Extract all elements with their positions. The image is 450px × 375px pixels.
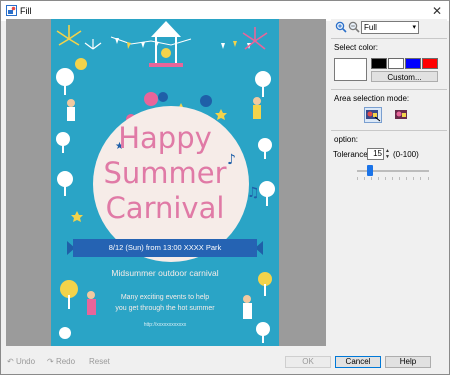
tolerance-range: (0-100)	[393, 150, 419, 159]
divider	[331, 130, 447, 131]
poster-image[interactable]: ♪ ♫ ★ Happy Summer Carnival 8/12 (Sun) f…	[51, 19, 279, 346]
cancel-button[interactable]: Cancel	[335, 356, 381, 368]
window-title: Fill	[20, 6, 32, 16]
poster-title-line3: Carnival	[105, 191, 225, 225]
zoom-select-value: Full	[364, 23, 377, 32]
swatch-white[interactable]	[388, 58, 404, 69]
current-color-preview	[334, 58, 367, 81]
spin-down-icon[interactable]: ▼	[384, 154, 391, 160]
area-mode-button-2[interactable]	[393, 107, 411, 123]
close-button[interactable]: ✕	[429, 3, 445, 19]
title-bar: Fill ✕	[1, 1, 449, 21]
poster-body-line2: you get through the hot summer	[115, 305, 215, 312]
poster-date-banner: 8/12 (Sun) from 13:00 XXXX Park	[108, 243, 222, 252]
tolerance-spinner[interactable]: ▲ ▼	[384, 148, 391, 160]
reset-button[interactable]: Reset	[89, 357, 110, 366]
tolerance-input[interactable]: 15	[367, 148, 384, 160]
tolerance-label: Tolerance:	[333, 150, 370, 159]
fill-dialog: Fill ✕ ♪ ♫ ★ Happy Summer Carnival 8/12 …	[0, 0, 450, 375]
poster-title-line2: Summer	[103, 156, 227, 190]
area-select-mode-1-icon	[366, 110, 381, 122]
zoom-select[interactable]: Full ▾	[361, 21, 419, 34]
area-selection-heading: Area selection mode:	[334, 94, 410, 103]
undo-button[interactable]: ↶ Undo	[7, 357, 35, 366]
poster-subtitle: Midsummer outdoor carnival	[111, 268, 219, 278]
redo-label: Redo	[55, 357, 76, 366]
custom-color-button[interactable]: Custom...	[371, 71, 438, 82]
swatch-black[interactable]	[371, 58, 387, 69]
slider-ticks	[357, 177, 429, 180]
redo-button[interactable]: ↷ Redo	[47, 357, 75, 366]
poster-url: http://xxxxxxxxxxxx	[143, 322, 187, 328]
ok-button[interactable]: OK	[285, 356, 331, 368]
divider	[331, 89, 447, 90]
swatch-blue[interactable]	[405, 58, 421, 69]
close-icon: ✕	[431, 4, 443, 18]
option-heading: option:	[334, 135, 359, 144]
zoom-in-icon[interactable]	[335, 21, 347, 33]
swatch-red[interactable]	[422, 58, 438, 69]
help-button[interactable]: Help	[385, 356, 431, 368]
undo-icon: ↶	[7, 357, 14, 366]
fill-app-icon	[6, 5, 17, 16]
divider	[331, 38, 447, 39]
right-panel: Full ▾ Select color: Custom... Area sele…	[331, 19, 447, 346]
poster-title-line1: Happy	[118, 121, 212, 155]
area-select-mode-2-icon	[395, 110, 407, 119]
tolerance-slider-thumb[interactable]	[367, 165, 373, 176]
redo-icon: ↷	[47, 357, 54, 366]
image-canvas[interactable]: ♪ ♫ ★ Happy Summer Carnival 8/12 (Sun) f…	[6, 19, 326, 346]
poster-body-line1: Many exciting events to help	[120, 294, 210, 301]
select-color-heading: Select color:	[334, 43, 379, 52]
chevron-down-icon: ▾	[412, 24, 416, 31]
area-mode-button-1[interactable]	[364, 107, 382, 123]
zoom-out-icon[interactable]	[348, 21, 360, 33]
undo-label: Undo	[15, 357, 36, 366]
